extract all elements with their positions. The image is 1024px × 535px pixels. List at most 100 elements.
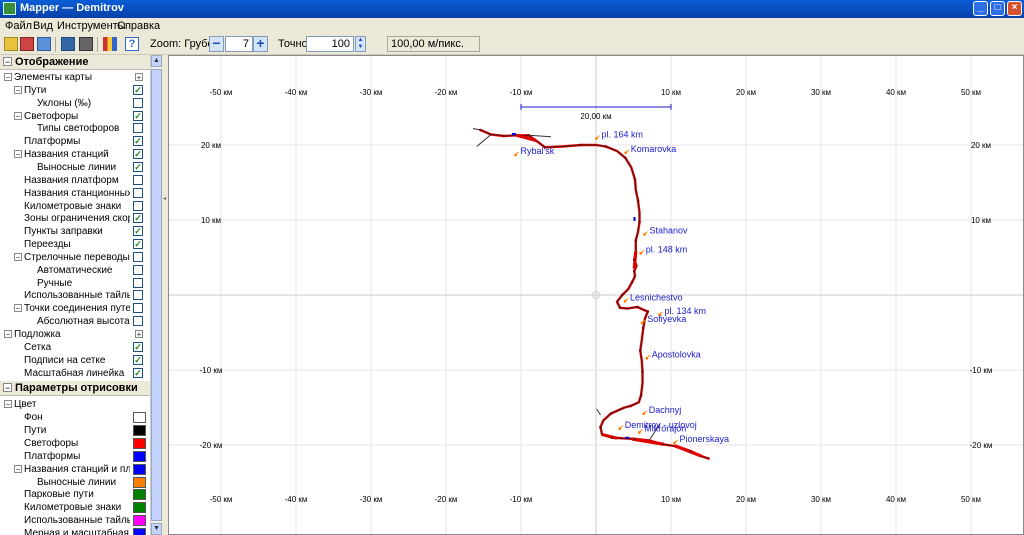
option-label: Переезды: [24, 239, 71, 251]
display-option-row: Выносные линии ✓: [0, 161, 150, 174]
zoom-input[interactable]: 7: [225, 36, 253, 52]
checkbox-зоны-ограничения-скоро[interactable]: ✓: [133, 213, 143, 224]
x-tick-label-bottom: 40 км: [886, 495, 906, 504]
menu-file[interactable]: Файл: [5, 20, 32, 32]
expand-collapse-icon[interactable]: −: [14, 252, 22, 261]
checkbox-типы-светофоров[interactable]: [133, 123, 143, 134]
x-tick-label-top: 20 км: [736, 88, 756, 97]
expand-collapse-icon[interactable]: −: [14, 464, 22, 473]
color-swatch[interactable]: [133, 527, 146, 535]
collapse-icon[interactable]: −: [3, 57, 12, 67]
expand-collapse-icon[interactable]: −: [14, 111, 22, 120]
color-swatch[interactable]: [133, 425, 146, 437]
platform-marker: [625, 436, 630, 439]
station-label: Pionerskaya: [680, 434, 730, 444]
scroll-up-icon[interactable]: ▲: [151, 55, 162, 67]
option-label: Пути: [24, 425, 47, 437]
checkbox-использованные-тайлы[interactable]: [133, 290, 143, 301]
zoom-in-button[interactable]: +: [253, 36, 268, 52]
expand-collapse-icon[interactable]: −: [4, 400, 12, 409]
open-icon[interactable]: [4, 37, 18, 51]
colors-icon[interactable]: [103, 37, 117, 51]
precise-input[interactable]: 100: [306, 36, 354, 52]
expand-collapse-icon[interactable]: −: [14, 304, 22, 313]
x-tick-label-top: -30 км: [360, 88, 383, 97]
checkbox-названия-станций[interactable]: ✓: [133, 149, 143, 160]
checkbox-абсолютная-высота-м[interactable]: [133, 316, 143, 327]
color-swatch[interactable]: [133, 437, 146, 449]
scroll-thumb[interactable]: [151, 69, 162, 521]
help-icon[interactable]: ?: [125, 37, 139, 51]
map-canvas[interactable]: -50 км -50 км -40 км -40 км -30 км -30 км -20 …: [168, 55, 1024, 535]
color-swatch[interactable]: [133, 515, 146, 527]
close-button[interactable]: ×: [1007, 1, 1022, 16]
minimize-button[interactable]: _: [973, 1, 988, 16]
section-header[interactable]: − Параметры отрисовки: [0, 381, 150, 397]
checkbox-пути[interactable]: ✓: [133, 84, 143, 95]
checkbox-стрелочные-переводы[interactable]: [133, 251, 143, 262]
speed-zone: [674, 444, 703, 458]
signal-marker: [646, 310, 650, 313]
display-option-row: − Подложка +: [0, 328, 150, 341]
signal-icon[interactable]: [79, 37, 93, 51]
color-swatch[interactable]: [133, 463, 146, 475]
color-swatch[interactable]: [133, 502, 146, 514]
x-tick-label-bottom: 10 км: [661, 495, 681, 504]
checkbox-точки-соединения-путей[interactable]: [133, 303, 143, 314]
section-header[interactable]: − Отображение: [0, 55, 150, 70]
option-label: Пути: [24, 84, 47, 96]
section-title: Отображение: [15, 56, 89, 68]
x-tick-label-bottom: 50 км: [961, 495, 981, 504]
checkbox-названия-станционных-п[interactable]: [133, 187, 143, 198]
signal-marker: [661, 442, 665, 446]
panel-scrollbar[interactable]: ▲ ▼: [150, 55, 162, 535]
option-label: Цвет: [14, 399, 37, 411]
checkbox-выносные-линии[interactable]: ✓: [133, 161, 143, 172]
signal-marker: [610, 436, 614, 439]
checkbox-сетка[interactable]: ✓: [133, 341, 143, 352]
color-swatch[interactable]: [133, 489, 146, 501]
checkbox-переезды[interactable]: ✓: [133, 239, 143, 250]
display-option-row: Уклоны (‰): [0, 97, 150, 110]
signal-marker: [636, 199, 640, 202]
option-label: Автоматические: [37, 264, 113, 276]
menu-help[interactable]: Справка: [117, 20, 160, 32]
route-icon[interactable]: [20, 37, 34, 51]
precise-spinner[interactable]: ▲ ▼: [355, 36, 366, 52]
option-label: Подписи на сетке: [24, 354, 106, 366]
station-label: pl. 148 km: [646, 244, 688, 254]
expand-collapse-icon[interactable]: −: [4, 73, 12, 82]
expand-collapse-icon[interactable]: −: [14, 150, 22, 159]
checkbox-автоматические[interactable]: [133, 264, 143, 275]
checkbox-масштабная-линейка[interactable]: ✓: [133, 367, 143, 378]
expand-collapse-icon[interactable]: −: [14, 85, 22, 94]
checkbox-светофоры[interactable]: ✓: [133, 110, 143, 121]
display-option-row: Пункты заправки ✓: [0, 225, 150, 238]
station-leader-dot: [618, 427, 622, 431]
menu-tools[interactable]: Инструменты: [57, 20, 126, 32]
color-swatch[interactable]: [133, 450, 146, 462]
side-track: [596, 408, 601, 416]
maximize-button[interactable]: □: [990, 1, 1005, 16]
expand-all-icon[interactable]: +: [135, 330, 143, 339]
checkbox-пункты-заправки[interactable]: ✓: [133, 226, 143, 237]
zoom-out-button[interactable]: −: [209, 36, 224, 52]
checkbox-платформы[interactable]: ✓: [133, 136, 143, 147]
checkbox-подписи-на-сетке[interactable]: ✓: [133, 354, 143, 365]
map-icon[interactable]: [37, 37, 51, 51]
scroll-down-icon[interactable]: ▼: [151, 523, 162, 535]
color-swatch[interactable]: [133, 476, 146, 488]
expand-all-icon[interactable]: +: [135, 73, 143, 82]
x-tick-label-top: 10 км: [661, 88, 681, 97]
color-swatch[interactable]: [133, 412, 146, 424]
checkbox-названия-платформ[interactable]: [133, 174, 143, 185]
expand-collapse-icon[interactable]: −: [4, 330, 12, 339]
checkbox-километровые-знаки[interactable]: [133, 200, 143, 211]
collapse-icon[interactable]: −: [3, 383, 12, 393]
option-label: Точки соединения путей: [24, 303, 130, 315]
menu-view[interactable]: Вид: [33, 20, 53, 32]
save-icon[interactable]: [61, 37, 75, 51]
option-label: Фон: [24, 412, 43, 424]
checkbox-ручные[interactable]: [133, 277, 143, 288]
checkbox-уклоны[interactable]: [133, 97, 143, 108]
